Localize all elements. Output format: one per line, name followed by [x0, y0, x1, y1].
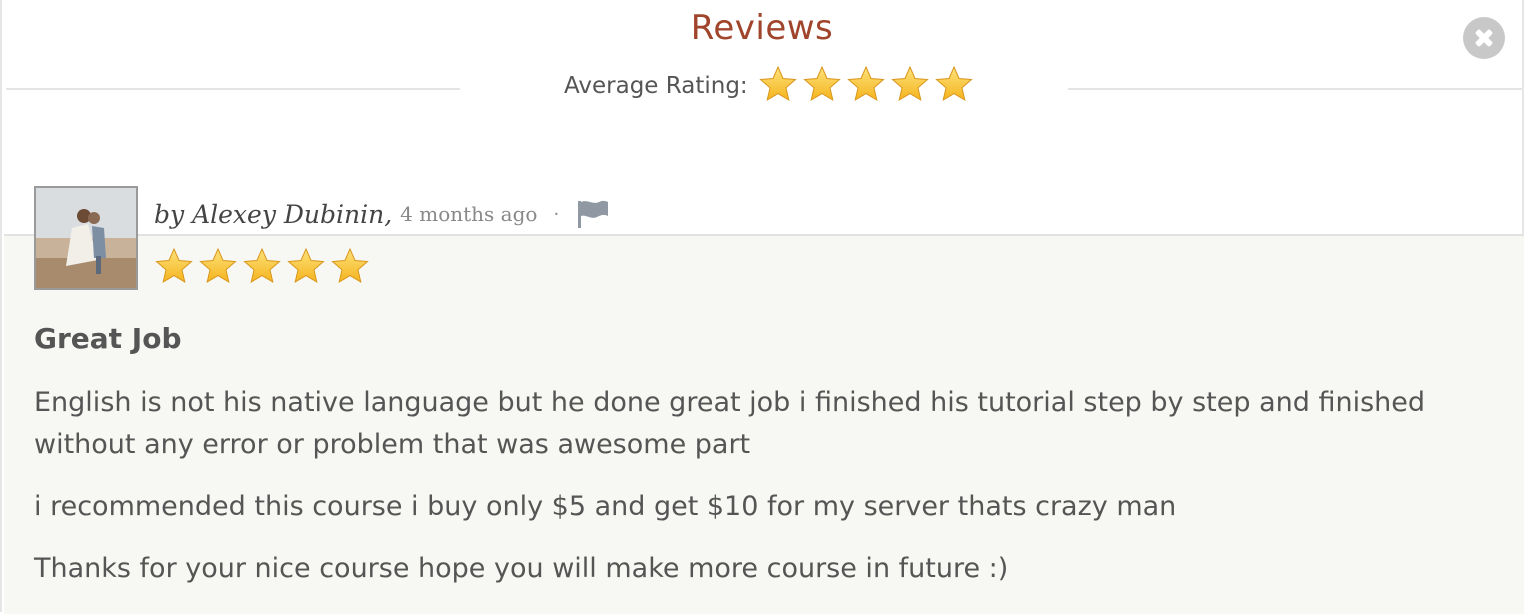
modal-title: Reviews — [690, 8, 834, 48]
star-icon — [802, 64, 846, 108]
review-body: English is not his native language but h… — [34, 382, 1474, 610]
star-icon — [934, 64, 978, 108]
average-rating: Average Rating: — [564, 64, 978, 108]
star-icon — [758, 64, 802, 108]
star-icon — [198, 246, 242, 290]
review-paragraph: English is not his native language but h… — [34, 387, 1426, 460]
star-icon — [154, 246, 198, 290]
review-title: Great Job — [34, 322, 182, 355]
review-paragraph: Thanks for your nice course hope you wil… — [34, 553, 1009, 584]
divider-right — [1068, 88, 1522, 90]
reviews-modal: Reviews Average Rating: by Alexey Dubini… — [0, 0, 1524, 614]
divider-left — [6, 88, 460, 90]
close-icon[interactable] — [1463, 17, 1505, 59]
star-icon — [286, 246, 330, 290]
review-author: by Alexey Dubinin, — [154, 199, 393, 229]
review-rating-stars — [154, 246, 374, 290]
average-rating-stars — [758, 64, 978, 108]
star-icon — [330, 246, 374, 290]
review-byline: by Alexey Dubinin, 4 months ago · — [154, 196, 609, 232]
average-rating-label: Average Rating: — [564, 73, 748, 99]
star-icon — [890, 64, 934, 108]
review-paragraph: i recommended this course i buy only $5 … — [34, 491, 1177, 522]
avatar — [34, 186, 138, 290]
flag-icon[interactable] — [577, 199, 609, 229]
star-icon — [242, 246, 286, 290]
review-time: 4 months ago — [400, 202, 538, 226]
byline-separator: · — [553, 203, 560, 225]
star-icon — [846, 64, 890, 108]
